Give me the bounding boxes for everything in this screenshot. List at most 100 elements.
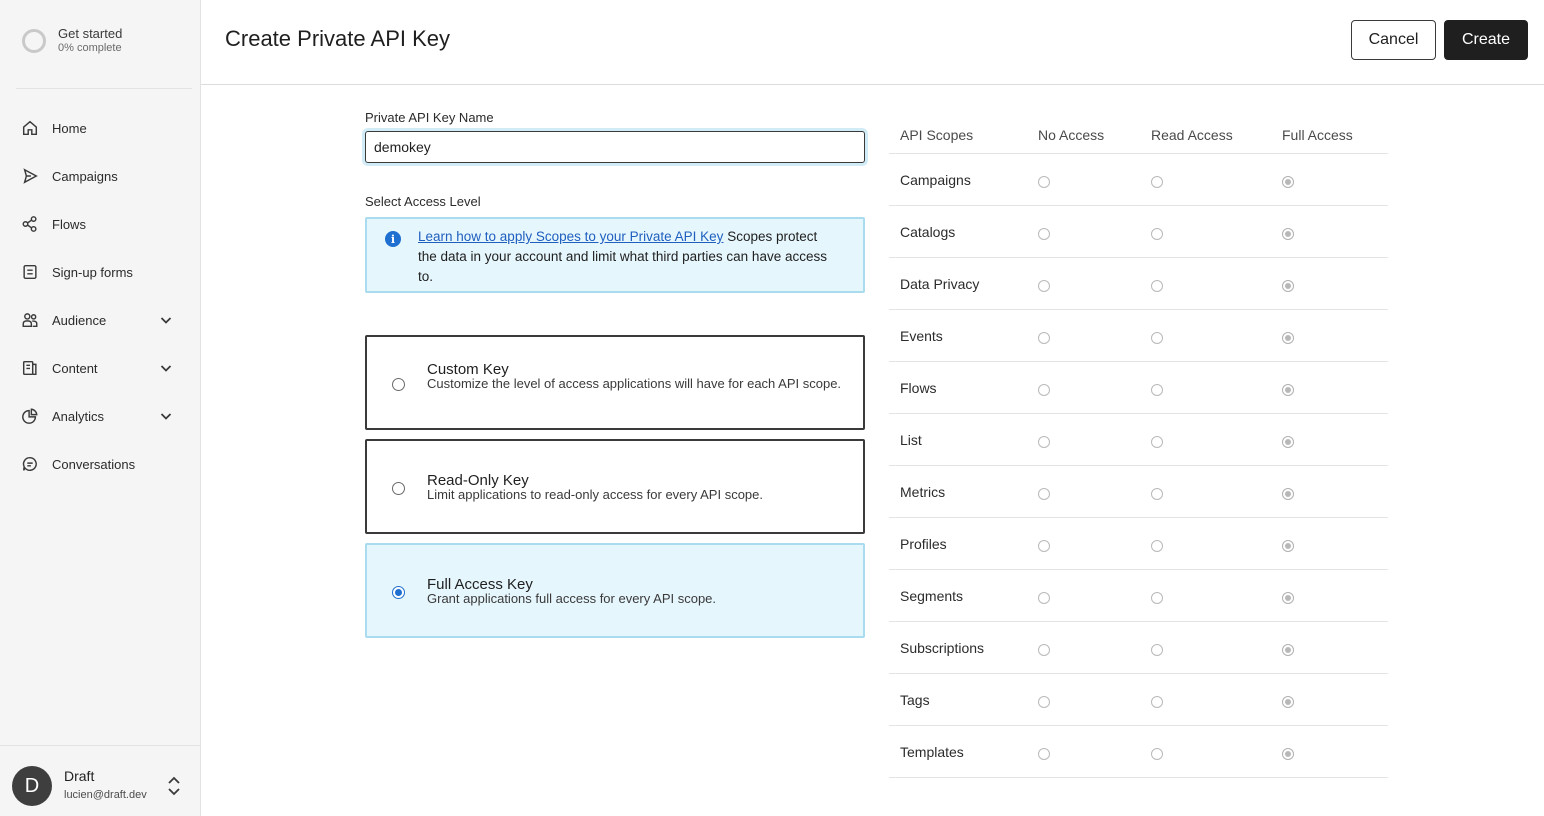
chevron-down-icon[interactable] <box>158 408 174 424</box>
table-row: Subscriptions <box>889 622 1388 674</box>
page-title: Create Private API Key <box>225 26 450 51</box>
chevron-up-down-icon[interactable] <box>164 774 184 798</box>
sidebar-item-label: Conversations <box>52 456 136 472</box>
cancel-button[interactable]: Cancel <box>1351 20 1436 60</box>
scope-no-access-radio[interactable] <box>1038 384 1050 396</box>
create-button[interactable]: Create <box>1444 20 1528 60</box>
sidebar-item-analytics[interactable]: Analytics <box>0 392 200 440</box>
sidebar-item-label: Home <box>52 120 87 136</box>
pie-chart-icon <box>20 406 40 426</box>
scope-name: Catalogs <box>900 224 956 240</box>
avatar: D <box>12 766 52 806</box>
scope-name: Flows <box>900 380 937 396</box>
scope-name: Tags <box>900 692 930 708</box>
key-name-input[interactable] <box>365 131 865 163</box>
scope-no-access-radio[interactable] <box>1038 436 1050 448</box>
scope-no-access-radio[interactable] <box>1038 176 1050 188</box>
column-header: API Scopes <box>900 127 974 143</box>
scope-name: Subscriptions <box>900 640 985 656</box>
page-header: Create Private API Key Cancel Create <box>201 0 1544 85</box>
scope-read-access-radio[interactable] <box>1151 644 1163 656</box>
scope-full-access-radio[interactable] <box>1282 280 1294 292</box>
sidebar-item-label: Sign-up forms <box>52 264 133 280</box>
read-only-key-radio[interactable] <box>392 482 405 495</box>
custom-key-radio[interactable] <box>392 378 405 391</box>
sidebar-item-flows[interactable]: Flows <box>0 200 200 248</box>
scope-full-access-radio[interactable] <box>1282 384 1294 396</box>
scope-no-access-radio[interactable] <box>1038 488 1050 500</box>
chevron-down-icon[interactable] <box>158 360 174 376</box>
table-row: List <box>889 414 1388 466</box>
chevron-down-icon[interactable] <box>158 312 174 328</box>
key-name-label: Private API Key Name <box>365 110 494 125</box>
scope-full-access-radio[interactable] <box>1282 228 1294 240</box>
sidebar-item-signup-forms[interactable]: Sign-up forms <box>0 248 200 296</box>
scope-no-access-radio[interactable] <box>1038 540 1050 552</box>
scope-no-access-radio[interactable] <box>1038 696 1050 708</box>
scope-full-access-radio[interactable] <box>1282 332 1294 344</box>
scope-full-access-radio[interactable] <box>1282 176 1294 188</box>
full-access-key-option[interactable]: Full Access Key Grant applications full … <box>365 543 865 638</box>
sidebar-item-label: Campaigns <box>52 168 118 184</box>
get-started-widget[interactable]: Get started 0% complete <box>22 26 122 55</box>
full-access-key-radio[interactable] <box>392 586 405 599</box>
scope-name: Events <box>900 328 943 344</box>
column-header: No Access <box>1038 127 1105 143</box>
scope-no-access-radio[interactable] <box>1038 280 1050 292</box>
scope-read-access-radio[interactable] <box>1151 280 1163 292</box>
scope-full-access-radio[interactable] <box>1282 436 1294 448</box>
scope-full-access-radio[interactable] <box>1282 592 1294 604</box>
content-icon <box>20 358 40 378</box>
scope-read-access-radio[interactable] <box>1151 384 1163 396</box>
scope-read-access-radio[interactable] <box>1151 332 1163 344</box>
scope-full-access-radio[interactable] <box>1282 696 1294 708</box>
scope-full-access-radio[interactable] <box>1282 540 1294 552</box>
scope-no-access-radio[interactable] <box>1038 644 1050 656</box>
scope-read-access-radio[interactable] <box>1151 436 1163 448</box>
column-header: Read Access <box>1151 127 1233 143</box>
table-row: Catalogs <box>889 206 1388 258</box>
scope-read-access-radio[interactable] <box>1151 488 1163 500</box>
home-icon <box>20 118 40 138</box>
sidebar-item-home[interactable]: Home <box>0 104 200 152</box>
api-scopes-table: API Scopes No Access Read Access Full Ac… <box>889 118 1388 778</box>
sidebar-item-conversations[interactable]: Conversations <box>0 440 200 488</box>
scope-no-access-radio[interactable] <box>1038 228 1050 240</box>
scope-full-access-radio[interactable] <box>1282 748 1294 760</box>
table-row: Profiles <box>889 518 1388 570</box>
user-menu[interactable]: D Draft lucien@draft.dev <box>0 745 200 816</box>
scope-read-access-radio[interactable] <box>1151 176 1163 188</box>
sidebar-item-campaigns[interactable]: Campaigns <box>0 152 200 200</box>
scope-read-access-radio[interactable] <box>1151 592 1163 604</box>
scope-no-access-radio[interactable] <box>1038 748 1050 760</box>
sidebar-item-label: Content <box>52 360 98 376</box>
read-only-key-option[interactable]: Read-Only Key Limit applications to read… <box>365 439 865 534</box>
scope-name: Profiles <box>900 536 947 552</box>
custom-key-option[interactable]: Custom Key Customize the level of access… <box>365 335 865 430</box>
sidebar-item-content[interactable]: Content <box>0 344 200 392</box>
info-icon: i <box>385 231 401 247</box>
sidebar-item-label: Audience <box>52 312 107 328</box>
scope-no-access-radio[interactable] <box>1038 332 1050 344</box>
scope-read-access-radio[interactable] <box>1151 748 1163 760</box>
option-description: Limit applications to read-only access f… <box>427 487 763 502</box>
progress-ring-icon <box>22 28 46 53</box>
sidebar-item-label: Analytics <box>52 408 105 424</box>
scope-read-access-radio[interactable] <box>1151 696 1163 708</box>
scope-no-access-radio[interactable] <box>1038 592 1050 604</box>
table-row: Campaigns <box>889 154 1388 206</box>
scope-full-access-radio[interactable] <box>1282 644 1294 656</box>
table-row: Templates <box>889 726 1388 778</box>
scope-full-access-radio[interactable] <box>1282 488 1294 500</box>
table-row: Tags <box>889 674 1388 726</box>
sidebar-item-audience[interactable]: Audience <box>0 296 200 344</box>
scope-name: List <box>900 432 922 448</box>
scope-read-access-radio[interactable] <box>1151 540 1163 552</box>
scope-read-access-radio[interactable] <box>1151 228 1163 240</box>
table-row: Metrics <box>889 466 1388 518</box>
table-body: Campaigns Catalogs Data Privacy Events Flows… <box>889 154 1388 778</box>
scope-name: Campaigns <box>900 172 971 188</box>
learn-scopes-link[interactable]: Learn how to apply Scopes to your Privat… <box>418 229 723 244</box>
get-started-progress: 0% complete <box>58 42 122 54</box>
table-row: Events <box>889 310 1388 362</box>
